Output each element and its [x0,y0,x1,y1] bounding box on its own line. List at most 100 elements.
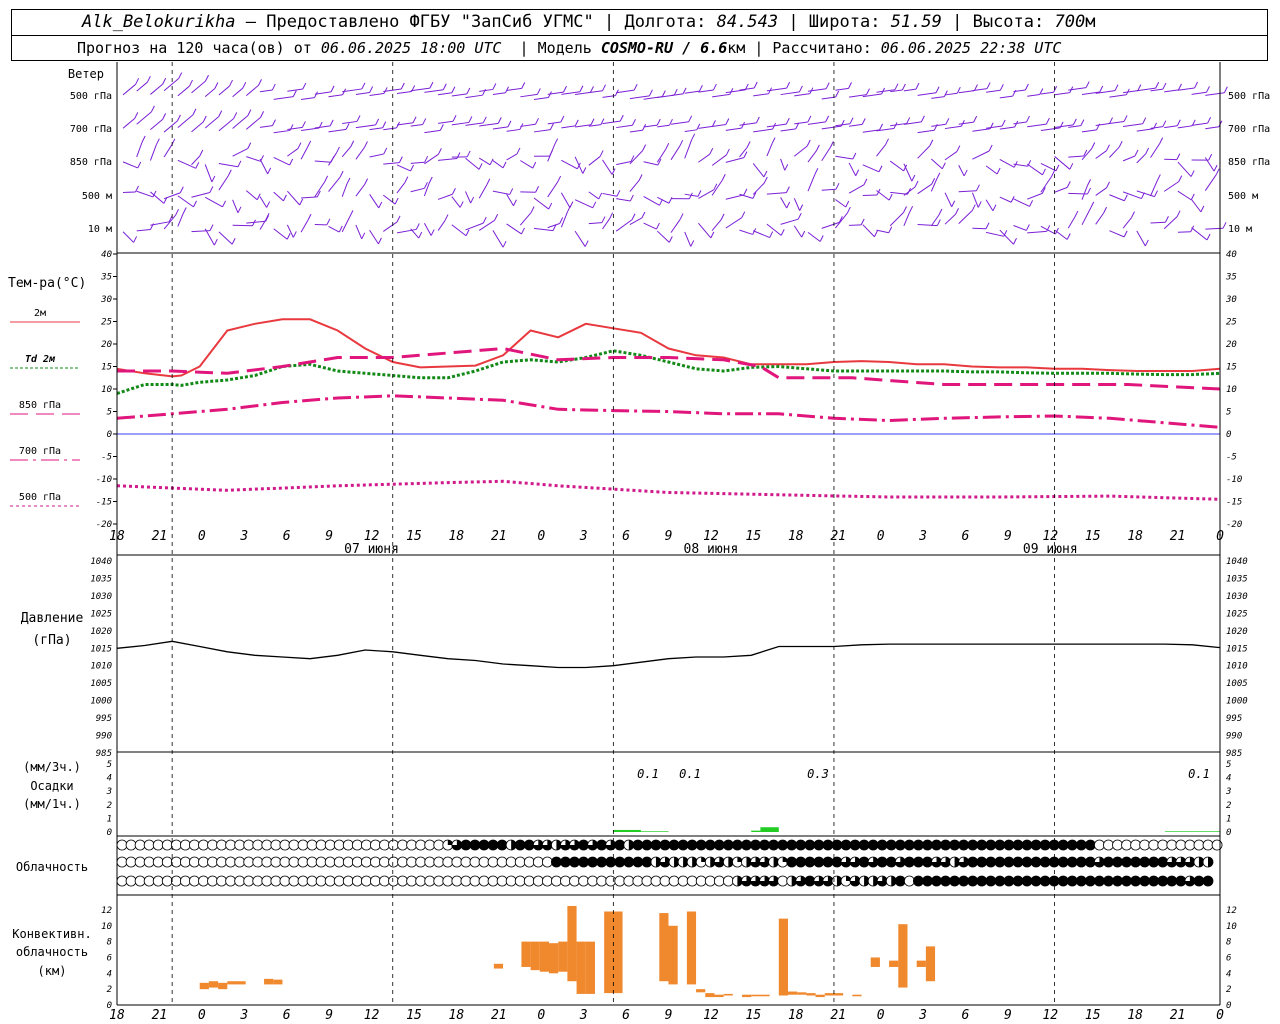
cloud-symbol [125,839,137,851]
convective-bar [549,943,559,974]
cloud-symbol [288,839,300,851]
wind-barb [301,97,315,101]
wind-barb-flag [976,184,980,191]
wind-barb-flag [213,238,218,246]
precip-bar [1164,831,1220,832]
pressure-tick-right: 1040 [1226,557,1248,567]
cloud-symbol [1193,839,1205,851]
wind-barb [369,229,379,245]
wind-barb-flag [211,175,216,183]
wind-barb-flag [885,138,889,145]
cloud-symbol [1148,875,1160,887]
wind-barb [1205,92,1225,96]
wind-barb-flag [807,115,812,123]
wind-barb-flag [769,231,774,238]
wind-barb [657,124,670,128]
wind-barb-flag [986,82,991,89]
wind-barb-flag [825,115,830,123]
cloud-symbol [297,839,309,851]
conv-time-tick-label: 6 [962,1008,970,1023]
cloud-symbol [1121,856,1132,868]
conv-time-tick-label: 3 [579,1008,588,1023]
cloud-symbol [1012,875,1024,887]
precip-tick-left: 1 [107,814,112,824]
wind-barb-flag [299,198,304,206]
cloud-symbol [840,839,852,851]
wind-barb-flag [418,231,423,239]
wind-barb [355,224,363,240]
wind-barb-flag [1131,211,1135,218]
wind-barb-flag [1055,164,1060,172]
wind-barb [917,223,938,227]
convective-bar [558,941,568,972]
cloud-symbol [388,839,399,851]
precip-tick-left: 3 [106,787,112,797]
cloud-symbol [560,856,571,868]
wind-barb [903,186,916,196]
temp-time-tick-label: 21 [491,529,507,544]
pressure-tick-left: 1040 [90,557,112,567]
wind-barb-flag [1074,210,1079,218]
cloud-symbol [750,839,761,851]
conv-time-tick-label: 0 [198,1008,206,1023]
cloud-symbol [596,875,608,887]
wind-barb [972,128,991,132]
cloud-symbol [1030,856,1042,868]
convective-bar [889,960,899,967]
wind-barb-flag [601,216,606,223]
conv-time-tick-label: 12 [703,1008,719,1023]
wind-barb-flag [549,123,554,130]
wind-barb-flag [324,175,329,183]
wind-barb-flag [852,152,857,160]
cloud-symbol [496,839,508,851]
conv-time-tick-label: 6 [622,1008,630,1023]
wind-barb [369,153,384,158]
cloud-symbol [994,875,1006,887]
wind-barb-flag [903,206,907,213]
wind-barb-flag [574,119,579,127]
cloud-symbol [252,856,264,868]
wind-barb [739,193,754,199]
cloud-symbol [985,875,997,887]
cloud-symbol [849,839,861,851]
cloud-symbol [759,839,770,851]
temp-tick-right: 40 [1226,250,1237,260]
wind-barb-flag [326,218,331,226]
cloud-symbol [1193,875,1205,887]
wind-barb-flag [590,118,595,126]
cloud-symbol [976,856,988,868]
wind-barb-flag [199,149,204,157]
cloud-symbol [270,856,282,868]
cloud-symbol [198,856,209,868]
wind-barb-flag [915,82,920,90]
wind-barb [561,159,578,170]
wind-barb [574,156,584,174]
pressure-tick-right: 990 [1226,732,1242,742]
wind-barb [793,198,801,211]
precip-title: Осадки [30,779,73,793]
precip-bar [751,830,761,832]
wind-barb [917,145,931,159]
wind-barb-flag [801,230,806,238]
wind-barb [1081,185,1088,200]
pressure-tick-left: 1010 [90,662,112,672]
cloud-symbol [415,839,427,851]
cloud-symbol [143,856,155,868]
convective-bar [273,979,283,985]
wind-barb [218,231,233,245]
cloud-symbol [360,856,372,868]
wind-barb [355,147,365,160]
wind-barb-flag [590,86,594,93]
wind-barb [616,161,632,166]
conv-time-tick-label: 15 [746,1008,762,1023]
cloud-symbol [505,856,517,868]
cloud-symbol [152,875,164,887]
cloud-symbol [813,856,825,868]
cloud-symbol [858,856,870,868]
wind-barb-flag [815,144,820,152]
cloud-symbol [161,875,173,887]
cloud-symbol-fill [1208,857,1213,867]
cloud-symbol [931,839,942,851]
cloud-symbol [605,875,617,887]
cloud-symbol [424,839,436,851]
